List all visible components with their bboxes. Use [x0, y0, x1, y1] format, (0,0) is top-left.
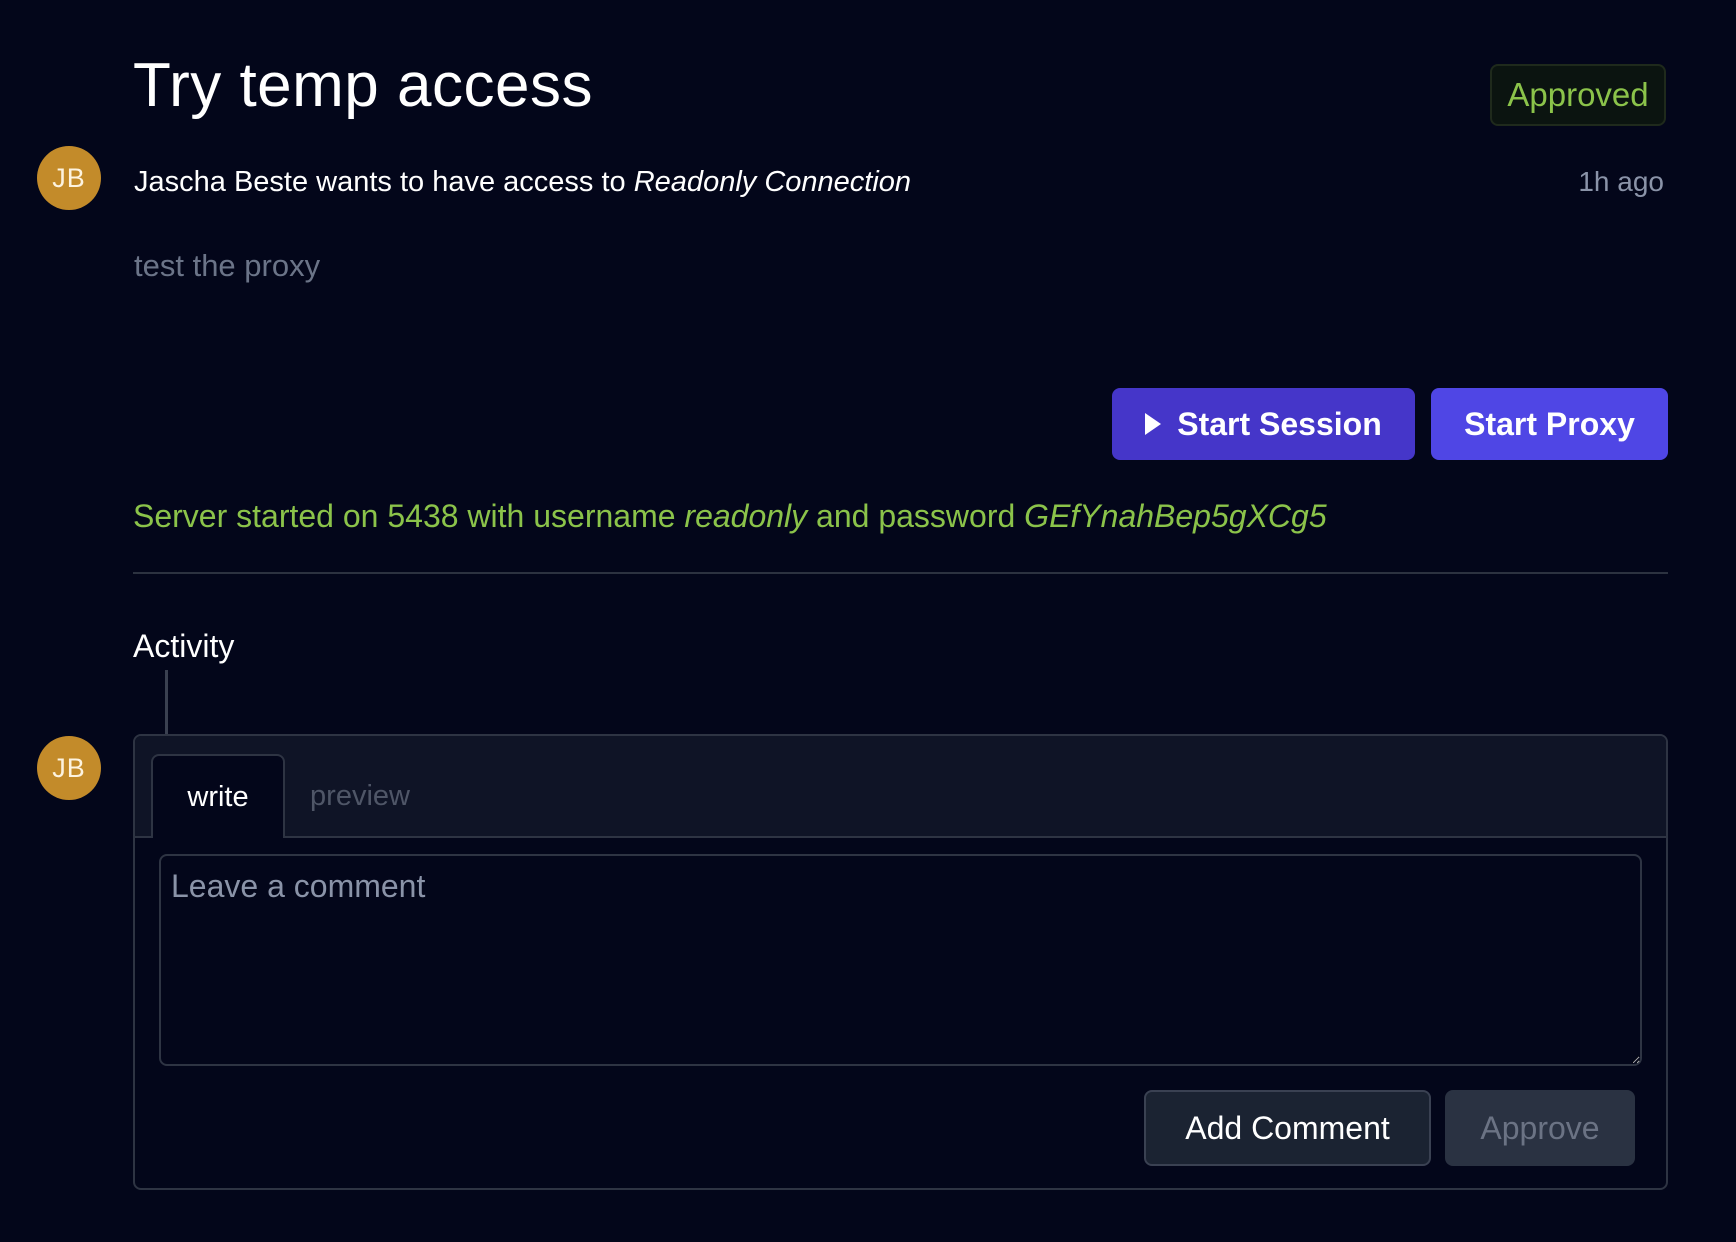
connection-name: Readonly Connection [633, 166, 912, 198]
start-proxy-button[interactable]: Start Proxy [1431, 388, 1668, 460]
request-summary: Jascha Beste wants to have access to Rea… [134, 158, 911, 206]
server-username: readonly [684, 498, 808, 534]
requester-avatar: JB [37, 146, 101, 210]
divider [133, 572, 1668, 574]
page-title: Try temp access [133, 51, 593, 120]
server-password: GEfYnahBep5gXCg5 [1024, 498, 1327, 534]
request-timestamp: 1h ago [1578, 166, 1664, 197]
server-prefix: Server started on [133, 498, 379, 534]
status-badge: Approved [1490, 64, 1666, 126]
comment-input[interactable] [159, 854, 1642, 1066]
activity-heading: Activity [133, 628, 235, 664]
comment-box: write preview Add Comment Approve [133, 734, 1668, 1190]
play-icon [1145, 413, 1162, 435]
request-description: test the proxy [134, 248, 321, 283]
add-comment-button[interactable]: Add Comment [1144, 1090, 1431, 1166]
comment-avatar: JB [37, 736, 101, 800]
comment-tab-bar: write preview [135, 736, 1666, 838]
server-port: 5438 [387, 498, 459, 534]
server-username-text: with username [467, 498, 676, 534]
start-session-button[interactable]: Start Session [1112, 388, 1415, 460]
requester-name: Jascha Beste [134, 166, 309, 198]
start-session-label: Start Session [1177, 405, 1382, 442]
timeline-connector [165, 670, 168, 736]
server-status-message: Server started on 5438 with username rea… [133, 492, 1327, 540]
server-password-text: and password [816, 498, 1016, 534]
approve-button[interactable]: Approve [1445, 1090, 1635, 1166]
access-text: wants to have access to [316, 166, 626, 198]
tab-write[interactable]: write [151, 754, 285, 838]
tab-preview[interactable]: preview [285, 754, 435, 838]
